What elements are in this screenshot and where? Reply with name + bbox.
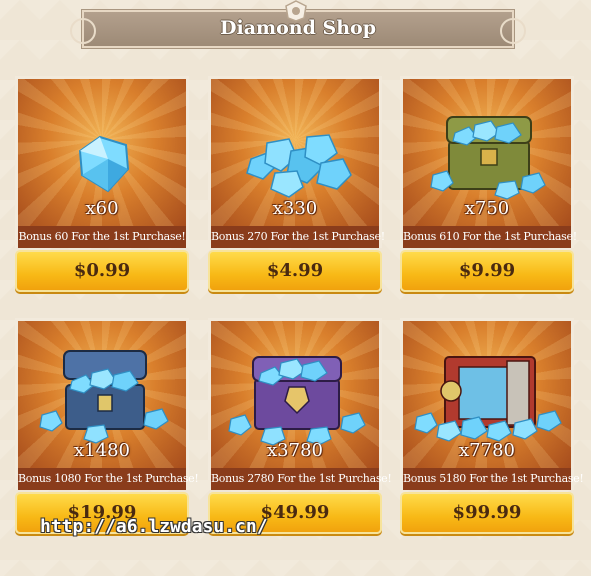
package-card[interactable]: x330 Bonus 270 For the 1st Purchase! $4.… (208, 76, 385, 302)
package-quantity: x60 (85, 198, 119, 219)
package-quantity: x7780 (459, 440, 515, 461)
bonus-label: Bonus 5180 For the 1st Purchase! (400, 468, 584, 490)
package-card[interactable]: x1480 Bonus 1080 For the 1st Purchase! $… (15, 318, 199, 544)
package-card[interactable]: x60 Bonus 60 For the 1st Purchase! $0.99 (15, 76, 189, 302)
package-quantity: x330 (272, 198, 318, 219)
watermark: http://a6.lzwdasu.cn/ (40, 516, 268, 537)
crest-icon (279, 0, 313, 26)
package-card[interactable]: x7780 Bonus 5180 For the 1st Purchase! $… (400, 318, 584, 544)
bonus-label: Bonus 60 For the 1st Purchase! (15, 226, 189, 248)
package-card[interactable]: x750 Bonus 610 For the 1st Purchase! $9.… (400, 76, 577, 302)
buy-button[interactable]: $4.99 (208, 250, 382, 292)
bonus-label: Bonus 270 For the 1st Purchase! (208, 226, 385, 248)
bonus-label: Bonus 2780 For the 1st Purchase! (208, 468, 392, 490)
buy-button[interactable]: $9.99 (400, 250, 574, 292)
bonus-label: Bonus 610 For the 1st Purchase! (400, 226, 577, 248)
package-card[interactable]: x3780 Bonus 2780 For the 1st Purchase! $… (208, 318, 392, 544)
package-quantity: x3780 (267, 440, 323, 461)
buy-button[interactable]: $0.99 (15, 250, 189, 292)
buy-button[interactable]: $99.99 (400, 492, 574, 534)
package-quantity: x750 (464, 198, 510, 219)
package-quantity: x1480 (74, 440, 130, 461)
bonus-label: Bonus 1080 For the 1st Purchase! (15, 468, 199, 490)
